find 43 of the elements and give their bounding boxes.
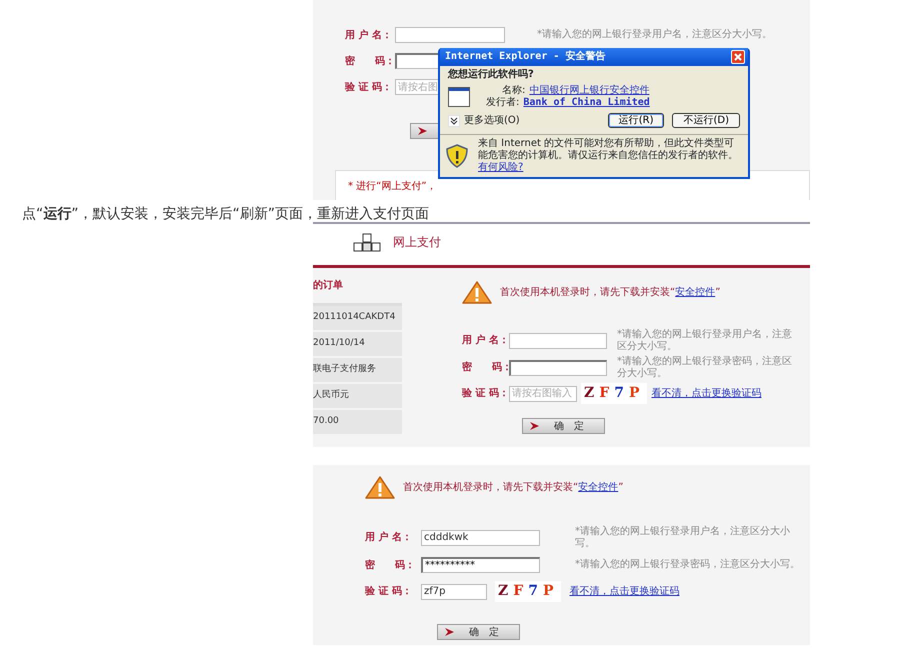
confirm-button[interactable]: 确 定 — [437, 624, 520, 640]
input-field[interactable]: cdddkwk — [421, 530, 540, 546]
caption-text: 点“运行”，默认安装，安装完毕后“刷新”页面，重新进入支付页面 — [21, 205, 430, 222]
security-control-link[interactable]: 安全控件 — [675, 287, 716, 298]
input-field[interactable]: 请按右图输入 — [509, 386, 577, 402]
field-hint: *请输入您的网上银行登录密码，注意区分大小写。 — [575, 559, 801, 571]
order-detail: 20111014CAKDT4 — [313, 306, 402, 332]
field-label: 用 户 名： — [345, 28, 393, 42]
dont-run-button[interactable]: 不运行(D) — [672, 113, 740, 128]
order-detail: 联电子支付服务 — [313, 358, 402, 384]
field-hint: *请输入您的网上银行登录用户名，注意区分大小写。 — [617, 329, 792, 352]
input-field[interactable]: ********** — [421, 557, 540, 573]
more-options-label: 更多选项(O) — [464, 114, 520, 126]
field-label: 验 证 码： — [365, 584, 413, 599]
field-label: 验 证 码： — [345, 80, 393, 94]
notice-text: 首次使用本机登录时，请先下载并安装“安全控件” — [500, 286, 720, 300]
field-label: 用 户 名： — [462, 333, 509, 348]
security-control-link[interactable]: 安全控件 — [578, 482, 618, 493]
refresh-captcha-link[interactable]: 看不清，点击更换验证码 — [569, 584, 680, 599]
publisher-link[interactable]: Bank of China Limited — [523, 97, 650, 109]
field-hint: *请输入您的网上银行登录密码，注意区分大小写。 — [617, 356, 792, 379]
name-label: 名称: — [502, 85, 526, 96]
order-detail: 2011/10/14 — [313, 332, 402, 358]
order-detail: 人民币元 — [313, 384, 402, 410]
refresh-captcha-link[interactable]: 看不清，点击更换验证码 — [651, 386, 762, 401]
field-hint: *请输入您的网上银行登录用户名，注意区分大小写。 — [575, 526, 791, 549]
field-hint: *请输入您的网上银行登录用户名，注意区分大小写。 — [537, 29, 772, 41]
field-label: 验 证 码： — [462, 386, 509, 401]
dialog-question: 您想运行此软件吗? — [448, 69, 535, 81]
notice-text: 首次使用本机登录时，请先下载并安装“安全控件” — [403, 480, 624, 495]
input-field[interactable]: zf7p — [421, 584, 487, 600]
run-button[interactable]: 运行(R) — [608, 113, 664, 128]
field-label: 用 户 名： — [365, 530, 413, 545]
risk-link[interactable]: 有何风险? — [478, 162, 524, 173]
field-label: 密 码： — [365, 558, 416, 572]
order-detail: 70.00 — [313, 410, 402, 436]
header-title: 网上支付 — [393, 234, 441, 251]
field-label: 密 码： — [345, 54, 395, 68]
publisher-label: 发行者: — [486, 97, 520, 109]
name-link[interactable]: 中国银行网上银行安全控件 — [529, 85, 650, 97]
dialog-title: Internet Explorer - 安全警告 — [445, 51, 606, 63]
confirm-button[interactable]: 确 定 — [522, 418, 605, 434]
field-label: 密 码： — [462, 360, 509, 375]
